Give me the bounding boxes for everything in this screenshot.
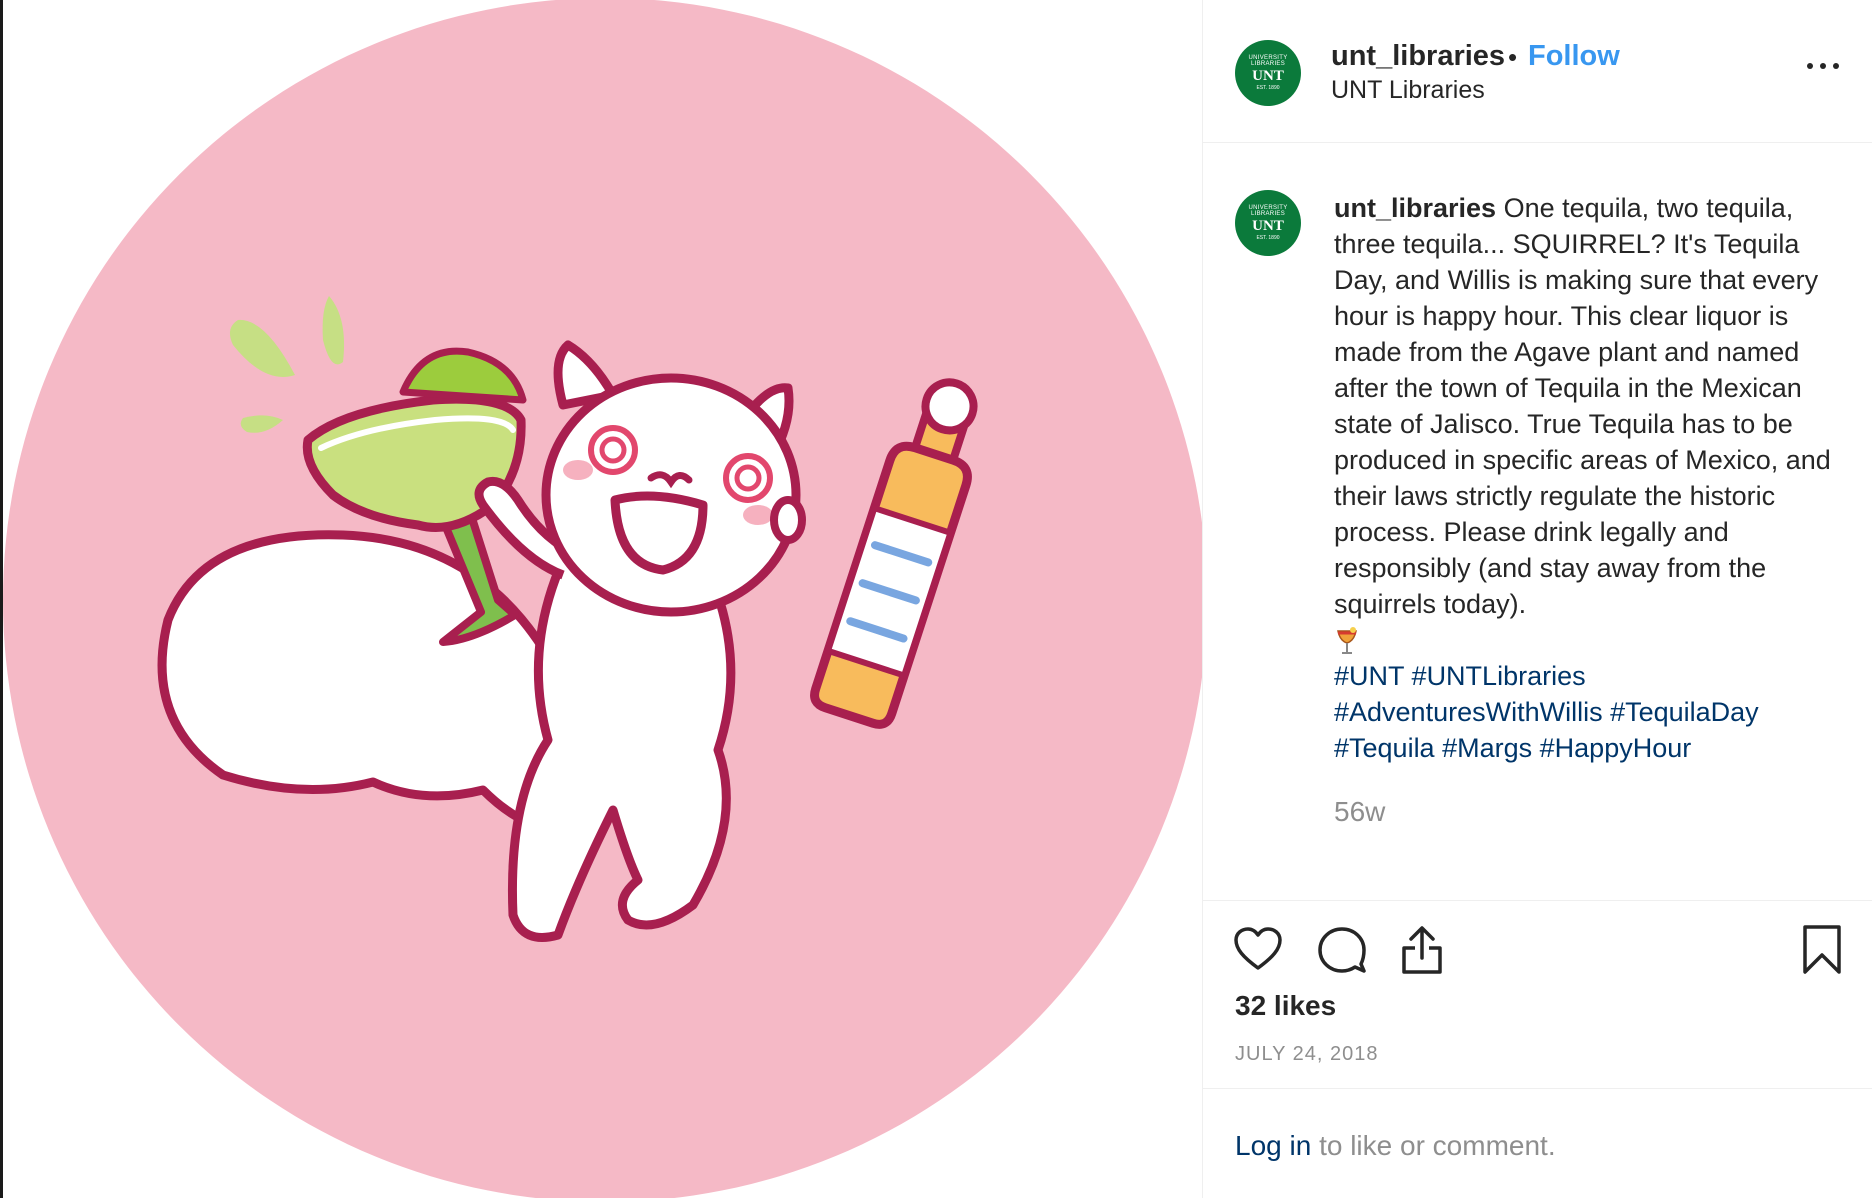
caption-avatar[interactable]: UNIVERSITY LIBRARIES UNT EST. 1890	[1235, 190, 1301, 256]
avatar-text-middle: UNT	[1252, 218, 1284, 234]
footer-divider	[1203, 1088, 1872, 1089]
hashtag-link[interactable]: #Tequila	[1334, 733, 1435, 763]
follow-button[interactable]: Follow	[1528, 40, 1620, 73]
bookmark-icon[interactable]	[1800, 924, 1844, 976]
hashtag-link[interactable]: #TequilaDay	[1610, 697, 1759, 727]
separator-dot: •	[1508, 42, 1518, 72]
post-age[interactable]: 56w	[1334, 796, 1385, 828]
account-display-name: UNT Libraries	[1331, 76, 1485, 104]
more-horizontal-icon	[1807, 63, 1813, 69]
post-caption: unt_libraries One tequila, two tequila, …	[1334, 190, 1849, 766]
avatar-text-top: UNIVERSITY LIBRARIES	[1248, 205, 1288, 217]
share-icon[interactable]	[1397, 924, 1447, 976]
avatar-text-bottom: EST. 1890	[1256, 85, 1280, 91]
post-date[interactable]: JULY 24, 2018	[1235, 1043, 1378, 1066]
cheek-right	[743, 505, 773, 525]
login-link[interactable]: Log in	[1235, 1130, 1311, 1161]
caption-username-link[interactable]: unt_libraries	[1334, 193, 1496, 223]
comment-icon[interactable]	[1317, 926, 1367, 974]
hashtag-link[interactable]: #UNT	[1334, 661, 1404, 691]
squirrel-illustration	[3, 0, 1202, 1198]
cheek-left	[563, 460, 593, 480]
heart-icon[interactable]	[1233, 926, 1283, 972]
hashtag-link[interactable]: #UNTLibraries	[1412, 661, 1586, 691]
avatar-text-middle: UNT	[1252, 68, 1284, 84]
header-divider	[1203, 142, 1872, 143]
hashtag-link[interactable]: #AdventuresWithWillis	[1334, 697, 1603, 727]
login-prompt: Log in to like or comment.	[1235, 1130, 1556, 1162]
more-options-button[interactable]	[1803, 50, 1843, 80]
eye-spiral-left	[588, 425, 638, 475]
emoji-line	[1334, 622, 1849, 658]
login-prompt-text: to like or comment.	[1311, 1130, 1556, 1161]
likes-count[interactable]: 32 likes	[1235, 990, 1336, 1022]
actions-divider	[1203, 900, 1872, 901]
avatar-text-top: UNIVERSITY LIBRARIES	[1248, 55, 1288, 67]
squirrel-hand-right	[770, 496, 806, 544]
avatar-text-bottom: EST. 1890	[1256, 235, 1280, 241]
post-image[interactable]	[3, 0, 1202, 1198]
post-side-panel: UNIVERSITY LIBRARIES UNT EST. 1890 unt_l…	[1203, 0, 1872, 1198]
eye-spiral-right	[723, 453, 773, 503]
caption-text: One tequila, two tequila, three tequila.…	[1334, 193, 1831, 619]
cocktail-icon	[1337, 626, 1357, 654]
header-username-link[interactable]: unt_libraries	[1331, 40, 1505, 73]
hashtag-link[interactable]: #HappyHour	[1540, 733, 1692, 763]
hashtag-link[interactable]: #Margs	[1442, 733, 1532, 763]
avatar[interactable]: UNIVERSITY LIBRARIES UNT EST. 1890	[1235, 40, 1301, 106]
